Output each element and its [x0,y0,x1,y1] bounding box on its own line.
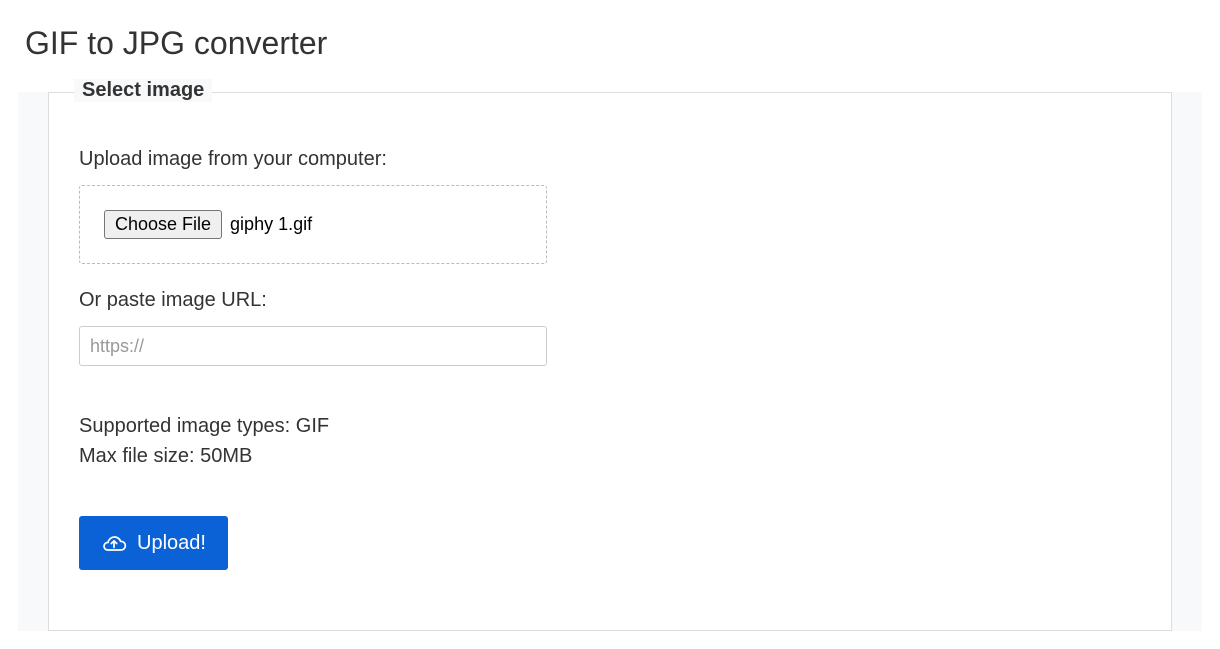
selected-file-name: giphy 1.gif [230,214,312,235]
info-block: Supported image types: GIF Max file size… [79,411,1141,471]
image-url-input[interactable] [79,326,547,366]
max-file-size-text: Max file size: 50MB [79,441,1141,471]
file-dropzone[interactable]: Choose File giphy 1.gif [79,185,547,264]
select-image-fieldset: Select image Upload image from your comp… [48,92,1172,631]
page-title: GIF to JPG converter [25,25,1220,62]
upload-button[interactable]: Upload! [79,516,228,570]
upload-button-label: Upload! [137,532,206,555]
fieldset-legend: Select image [74,79,212,102]
choose-file-button[interactable]: Choose File [104,210,222,239]
cloud-upload-icon [101,530,127,556]
supported-types-text: Supported image types: GIF [79,411,1141,441]
main-panel: Select image Upload image from your comp… [18,92,1202,631]
upload-from-computer-label: Upload image from your computer: [79,148,1141,171]
paste-url-label: Or paste image URL: [79,289,1141,312]
